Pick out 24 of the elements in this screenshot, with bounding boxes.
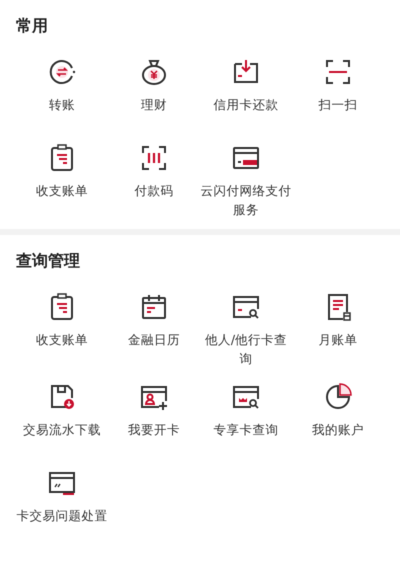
shortcut-label[interactable]: 他人/他行卡查询 — [200, 330, 292, 368]
shortcut-label[interactable]: 我的账户 — [312, 420, 364, 439]
shortcut-label[interactable]: 信用卡还款 — [214, 95, 278, 114]
shortcut-label[interactable]: 付款码 — [134, 181, 174, 200]
shortcut-label[interactable]: 专享卡查询 — [214, 420, 278, 439]
section-title: 查询管理 — [16, 251, 80, 272]
shortcut-label[interactable]: 我要开卡 — [128, 420, 180, 439]
barcode-icon[interactable] — [139, 143, 169, 173]
transfer-icon[interactable] — [47, 57, 77, 87]
shortcut-label[interactable]: 金融日历 — [128, 330, 180, 349]
shortcut-label[interactable]: 收支账单 — [36, 330, 88, 349]
shortcut-label[interactable]: 云闪付网络支付服务 — [200, 181, 292, 219]
shortcut-label[interactable]: 月账单 — [318, 330, 358, 349]
shortcut-label[interactable]: 转账 — [49, 95, 75, 114]
money-bag-icon[interactable] — [139, 57, 169, 87]
shortcut-label[interactable]: 交易流水下载 — [23, 420, 101, 439]
calendar-icon[interactable] — [139, 292, 169, 322]
shortcut-label[interactable]: 卡交易问题处置 — [16, 506, 108, 525]
pie-chart-icon[interactable] — [323, 382, 353, 412]
section-title: 常用 — [16, 16, 48, 37]
shortcut-label[interactable]: 扫一扫 — [318, 95, 358, 114]
scan-icon[interactable] — [323, 57, 353, 87]
shortcut-label[interactable]: 收支账单 — [36, 181, 88, 200]
shortcut-label[interactable]: 理财 — [141, 95, 167, 114]
